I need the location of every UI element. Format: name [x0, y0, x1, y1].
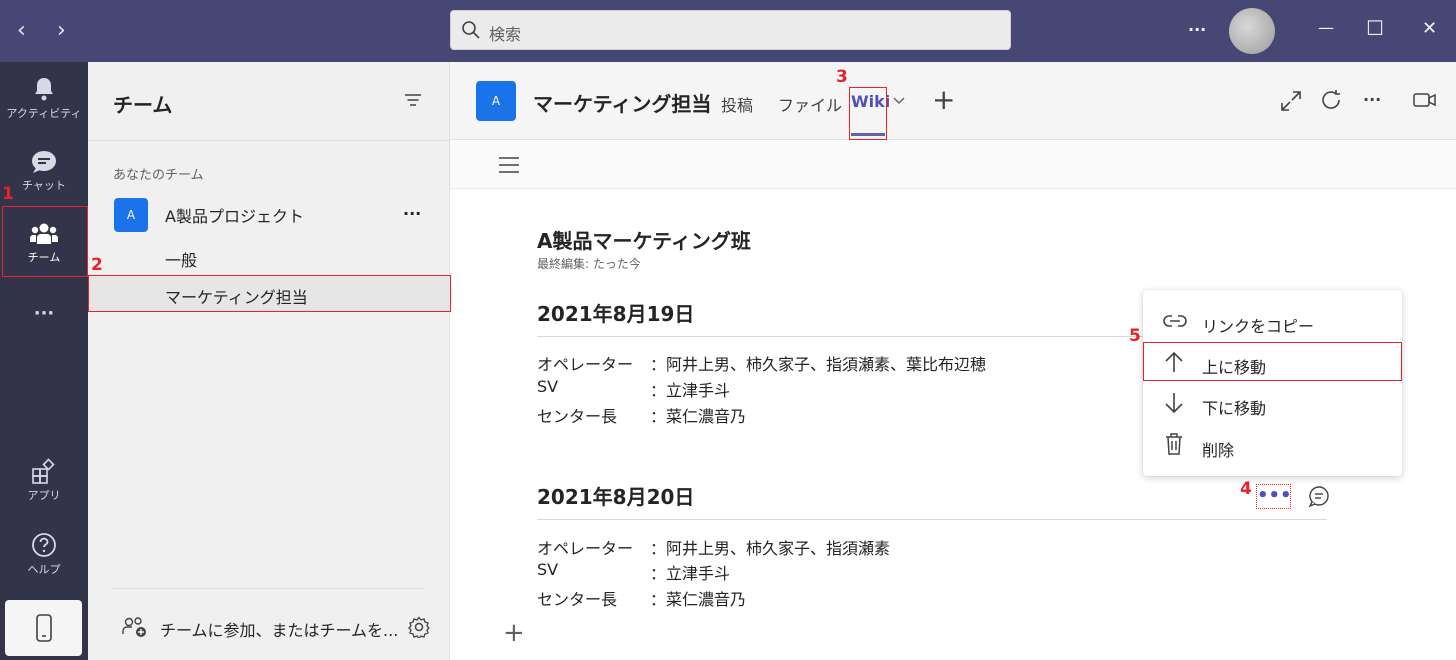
- video-icon[interactable]: [1413, 91, 1437, 109]
- arrow-down-icon: [1165, 393, 1183, 414]
- highlight-box-2: [88, 275, 451, 312]
- gear-icon[interactable]: [408, 616, 430, 638]
- channel-item-general[interactable]: 一般: [165, 247, 197, 271]
- team-more-button[interactable]: ···: [403, 204, 421, 223]
- comment-icon[interactable]: [1308, 485, 1330, 507]
- channel-title: マーケティング担当: [533, 92, 712, 116]
- chat-icon: [32, 151, 56, 173]
- hamburger-icon[interactable]: [498, 156, 520, 174]
- section-heading[interactable]: 2021年8月20日: [537, 481, 694, 510]
- add-tab-button[interactable]: +: [932, 83, 955, 116]
- rail-item-apps[interactable]: アプリ: [0, 458, 88, 503]
- row-key: センター長: [537, 407, 618, 426]
- row-value: ：立津手斗: [650, 564, 731, 583]
- row-value: ：阿井上男、柿久家子、指須瀬素、葉比布辺穂: [650, 355, 987, 374]
- row-key: SV: [537, 560, 559, 579]
- rail-item-label: チャット: [22, 179, 66, 192]
- search-placeholder: 検索: [489, 25, 522, 44]
- menu-item-move-down[interactable]: 下に移動: [1143, 384, 1402, 424]
- menu-item-delete[interactable]: 削除: [1143, 426, 1402, 466]
- filter-icon[interactable]: [404, 92, 422, 108]
- section-divider: [537, 519, 1327, 520]
- annotation-5: 5: [1129, 326, 1141, 346]
- annotation-3: 3: [836, 67, 848, 87]
- row-key: SV: [537, 377, 559, 396]
- header-more-button[interactable]: ···: [1363, 90, 1381, 109]
- last-edited-label: 最終編集: たった今: [537, 257, 641, 271]
- refresh-icon[interactable]: [1320, 89, 1342, 111]
- row-value: ：菜仁濃音乃: [650, 590, 747, 609]
- highlight-box-4: [1256, 484, 1291, 509]
- sidebar-divider: [88, 140, 449, 141]
- section-heading[interactable]: 2021年8月19日: [537, 298, 694, 327]
- expand-icon[interactable]: [1280, 90, 1302, 112]
- forward-button[interactable]: ›: [57, 20, 66, 42]
- titlebar-more-button[interactable]: ···: [1188, 20, 1206, 39]
- back-button[interactable]: ‹: [17, 20, 26, 42]
- menu-item-copy-link[interactable]: リンクをコピー: [1143, 302, 1402, 342]
- maximize-button[interactable]: ☐: [1366, 16, 1384, 40]
- search-input[interactable]: 検索: [450, 10, 1011, 50]
- join-team-link[interactable]: チームに参加、またはチームを...: [160, 617, 398, 641]
- rail-item-activity[interactable]: アクティビティ: [0, 76, 88, 121]
- menu-item-label: リンクをコピー: [1202, 317, 1315, 336]
- annotation-4: 4: [1240, 479, 1252, 499]
- join-team-icon: [122, 617, 146, 637]
- chevron-down-icon[interactable]: [893, 97, 905, 105]
- channel-avatar: A: [476, 81, 516, 121]
- row-key: オペレーター: [537, 355, 634, 374]
- row-value: ：阿井上男、柿久家子、指須瀬素: [650, 539, 891, 558]
- trash-icon: [1166, 433, 1182, 455]
- rail-item-label: ヘルプ: [27, 563, 61, 576]
- rail-item-help[interactable]: ヘルプ: [0, 532, 88, 577]
- menu-item-label: 削除: [1202, 441, 1235, 460]
- rail-item-more[interactable]: ···: [0, 303, 88, 324]
- menu-item-label: 下に移動: [1202, 399, 1267, 418]
- rail-item-label: アクティビティ: [6, 107, 82, 120]
- annotation-2: 2: [91, 255, 103, 275]
- phone-icon: [36, 614, 52, 642]
- link-icon: [1163, 315, 1187, 327]
- sidebar-title: チーム: [113, 93, 173, 117]
- row-value: ：立津手斗: [650, 381, 731, 400]
- mobile-download-button[interactable]: [5, 600, 82, 656]
- teams-sidebar: [88, 62, 450, 660]
- wiki-page-title: A製品マーケティング班: [537, 229, 751, 253]
- bell-icon: [35, 78, 53, 101]
- highlight-box-5: [1143, 342, 1402, 381]
- minimize-button[interactable]: —: [1318, 18, 1334, 37]
- avatar[interactable]: [1229, 8, 1275, 54]
- team-avatar: A: [114, 198, 148, 232]
- tab-posts[interactable]: 投稿: [721, 92, 753, 116]
- wiki-toolbar: [450, 141, 1456, 189]
- highlight-box-3: [849, 87, 887, 140]
- search-icon: [462, 21, 480, 39]
- apps-icon: [32, 458, 55, 484]
- row-value: ：菜仁濃音乃: [650, 407, 747, 426]
- row-key: センター長: [537, 590, 618, 609]
- highlight-box-1: [2, 206, 88, 277]
- row-key: オペレーター: [537, 539, 634, 558]
- tab-files[interactable]: ファイル: [778, 92, 842, 116]
- close-button[interactable]: ✕: [1422, 18, 1437, 39]
- annotation-1: 1: [2, 184, 14, 204]
- sidebar-footer-divider: [113, 588, 425, 589]
- sidebar-section-label: あなたのチーム: [113, 168, 204, 183]
- rail-item-label: アプリ: [27, 489, 61, 502]
- section-context-menu: リンクをコピー 上に移動 下に移動 削除: [1143, 290, 1402, 476]
- team-name[interactable]: A製品プロジェクト: [165, 203, 304, 227]
- add-section-button[interactable]: +: [503, 618, 525, 648]
- help-icon: [32, 533, 56, 557]
